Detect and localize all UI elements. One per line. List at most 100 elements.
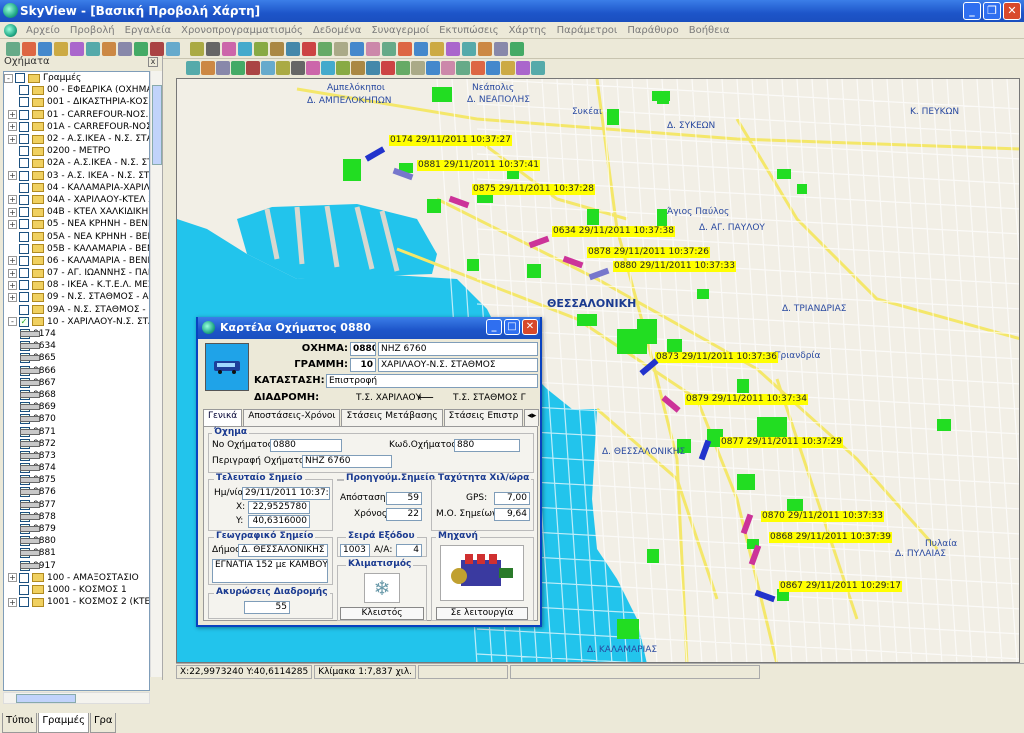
vehicle-map-label[interactable]: 0867 29/11/2011 10:29:17	[779, 581, 902, 592]
toolbar-button-icon[interactable]	[430, 42, 444, 56]
time-field[interactable]: 22	[386, 508, 422, 521]
tree-horizontal-scrollbar[interactable]	[3, 692, 150, 704]
map-tool-icon[interactable]	[231, 61, 245, 75]
map-tool-icon[interactable]	[276, 61, 290, 75]
tree-item[interactable]: +04A - ΧΑΡΙΛΑΟΥ-ΚΤΕΛ Χ	[4, 194, 149, 206]
tree-checkbox[interactable]	[19, 194, 29, 205]
tree-checkbox[interactable]	[19, 121, 29, 132]
map-tool-icon[interactable]	[396, 61, 410, 75]
tree-item[interactable]: +09 - Ν.Σ. ΣΤΑΘΜΟΣ - ΑΞ	[4, 291, 149, 303]
tab-distances[interactable]: Αποστάσεις-Χρόνοι	[243, 409, 341, 426]
expand-icon[interactable]: +	[8, 573, 17, 583]
routes-tree[interactable]: - Γραμμές 00 - ΕΦΕΔΡΙΚΑ (ΟΧΗΜΑΤ 001 - ΔΙΚ…	[3, 71, 150, 691]
toolbar-button-icon[interactable]	[334, 42, 348, 56]
tree-checkbox[interactable]	[19, 207, 29, 218]
vehicle-map-label[interactable]: 0870 29/11/2011 10:37:33	[761, 511, 884, 522]
menu-alarms[interactable]: Συναγερμοί	[366, 25, 434, 36]
toolbar-button-icon[interactable]	[510, 42, 524, 56]
map-tool-icon[interactable]	[441, 61, 455, 75]
vehicle-map-label[interactable]: 0880 29/11/2011 10:37:33	[613, 261, 736, 272]
tree-item[interactable]: +01 - CARREFOUR-ΝΟΣ.	[4, 109, 149, 121]
menu-prints[interactable]: Εκτυπώσεις	[434, 25, 503, 36]
toolbar-button-icon[interactable]	[446, 42, 460, 56]
toolbar-button-icon[interactable]	[190, 42, 204, 56]
tree-item[interactable]: ✓0634	[4, 340, 149, 352]
tree-item[interactable]: ✓0873	[4, 450, 149, 462]
menu-parameters[interactable]: Παράμετροι	[552, 25, 623, 36]
tree-item[interactable]: ✓0866	[4, 365, 149, 377]
exit-seq-field[interactable]: 1003	[340, 544, 370, 557]
tree-item[interactable]: ✓0865	[4, 352, 149, 364]
x-field[interactable]: 22,9525780	[248, 501, 310, 514]
menu-scheduling[interactable]: Χρονοπρογραμματισμός	[176, 25, 308, 36]
tree-item[interactable]: 0200 - ΜΕΤΡΟ	[4, 145, 149, 157]
toolbar-button-icon[interactable]	[494, 42, 508, 56]
toolbar-button-icon[interactable]	[54, 42, 68, 56]
tree-item[interactable]: 05A - ΝΕΑ ΚΡΗΝΗ - ΒΕΝΙ	[4, 230, 149, 242]
dialog-minimize-button[interactable]: _	[486, 319, 502, 335]
tree-root[interactable]: - Γραμμές	[4, 72, 149, 84]
menu-data[interactable]: Δεδομένα	[308, 25, 366, 36]
tree-item[interactable]: ✓0880	[4, 535, 149, 547]
tree-checkbox[interactable]	[19, 584, 29, 595]
menu-help[interactable]: Βοήθεια	[684, 25, 735, 36]
vehicle-map-label[interactable]: 0875 29/11/2011 10:37:28	[472, 184, 595, 195]
tree-checkbox[interactable]	[19, 255, 29, 266]
expand-icon[interactable]: +	[8, 134, 17, 144]
toolbar-button-icon[interactable]	[414, 42, 428, 56]
vehicle-map-label[interactable]: 0881 29/11/2011 10:37:41	[417, 160, 540, 171]
map-tool-icon[interactable]	[201, 61, 215, 75]
gps-field[interactable]: 7,00	[494, 492, 530, 505]
date-field[interactable]: 29/11/2011 10:37:33	[242, 487, 330, 500]
toolbar-button-icon[interactable]	[86, 42, 100, 56]
menu-window[interactable]: Παράθυρο	[622, 25, 683, 36]
tree-checkbox[interactable]	[19, 243, 29, 254]
vehicle-map-label[interactable]: 0174 29/11/2011 10:37:27	[389, 135, 512, 146]
tree-item[interactable]: 001 - ΔΙΚΑΣΤΗΡΙΑ-ΚΟΣΜ	[4, 96, 149, 108]
expand-icon[interactable]: +	[8, 292, 17, 302]
tree-checkbox[interactable]	[19, 182, 29, 193]
map-tool-icon[interactable]	[486, 61, 500, 75]
cancel-field[interactable]: 55	[244, 601, 290, 614]
expand-icon[interactable]: +	[8, 195, 17, 205]
tree-item[interactable]: +03 - Α.Σ. ΙΚΕΑ - Ν.Σ. ΣΤΑ	[4, 170, 149, 182]
address-field[interactable]: ΕΓΝΑΤΙΑ 152 με ΚΑΜΒΟΥΝΙΩΝ	[212, 559, 328, 583]
toolbar-button-icon[interactable]	[134, 42, 148, 56]
toolbar-button-icon[interactable]	[286, 42, 300, 56]
tab-general[interactable]: Γενικά	[203, 409, 243, 426]
toolbar-button-icon[interactable]	[254, 42, 268, 56]
expand-icon[interactable]: +	[8, 171, 17, 181]
tree-item[interactable]: 05B - ΚΑΛΑΜΑΡΙΑ - ΒΕΝΙ	[4, 243, 149, 255]
tree-item[interactable]: +02 - Α.Σ.ΙΚΕΑ - Ν.Σ. ΣΤΑΘ	[4, 133, 149, 145]
tree-item[interactable]: +07 - ΑΓ. ΙΩΑΝΝΗΣ - ΠΑΝΙ	[4, 267, 149, 279]
tree-checkbox[interactable]	[19, 134, 29, 145]
toolbar-button-icon[interactable]	[222, 42, 236, 56]
tree-checkbox[interactable]	[19, 158, 29, 169]
expand-icon[interactable]: +	[8, 280, 17, 290]
map-tool-icon[interactable]	[186, 61, 200, 75]
expand-icon[interactable]: +	[8, 122, 17, 132]
tree-item[interactable]: +06 - ΚΑΛΑΜΑΡΙΑ - ΒΕΝΙΖ	[4, 255, 149, 267]
map-tool-icon[interactable]	[246, 61, 260, 75]
toolbar-button-icon[interactable]	[70, 42, 84, 56]
toolbar-button-icon[interactable]	[398, 42, 412, 56]
toolbar-button-icon[interactable]	[318, 42, 332, 56]
tree-item[interactable]: +05 - ΝΕΑ ΚΡΗΝΗ - ΒΕΝΙΖ	[4, 218, 149, 230]
map-tool-icon[interactable]	[351, 61, 365, 75]
map-tool-icon[interactable]	[336, 61, 350, 75]
tree-checkbox[interactable]	[19, 146, 29, 157]
menu-tools[interactable]: Εργαλεία	[120, 25, 176, 36]
tree-checkbox[interactable]	[15, 73, 25, 84]
avg-field[interactable]: 9,64	[494, 508, 530, 521]
dialog-maximize-button[interactable]: □	[504, 319, 520, 335]
map-tool-icon[interactable]	[516, 61, 530, 75]
toolbar-button-icon[interactable]	[206, 42, 220, 56]
tree-checkbox[interactable]	[19, 292, 29, 303]
tree-item[interactable]: ✓0868	[4, 389, 149, 401]
toolbar-button-icon[interactable]	[366, 42, 380, 56]
tree-item[interactable]: ✓0174	[4, 328, 149, 340]
tree-checkbox[interactable]	[19, 85, 29, 96]
scrollbar-thumb[interactable]	[16, 694, 76, 703]
vehicle-map-label[interactable]: 0877 29/11/2011 10:37:29	[720, 437, 843, 448]
map-tool-icon[interactable]	[501, 61, 515, 75]
